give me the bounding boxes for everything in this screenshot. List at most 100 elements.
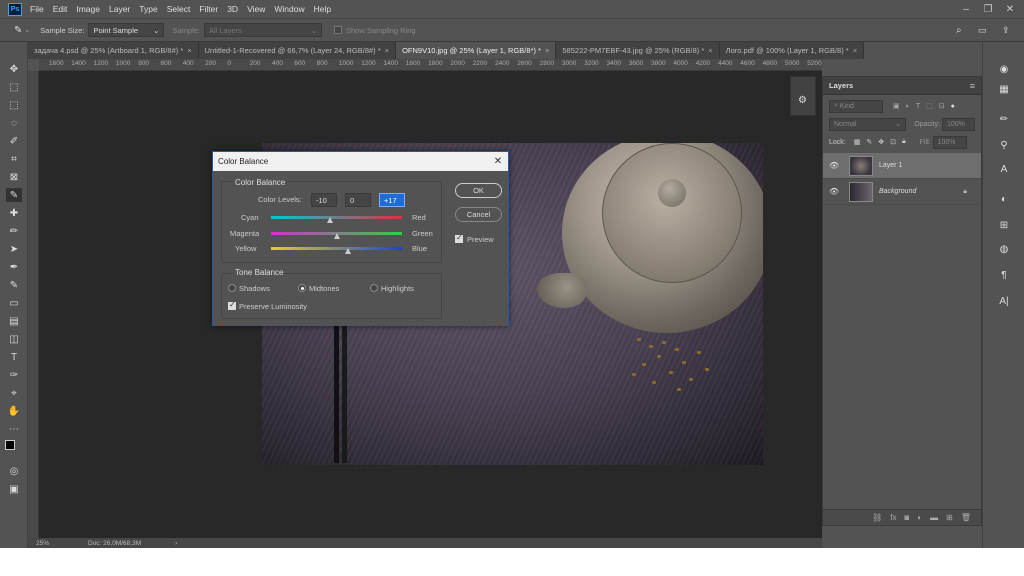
menu-layer[interactable]: Layer <box>109 4 130 14</box>
quick-select-tool-icon[interactable]: ✐ <box>6 134 22 148</box>
panel-menu-icon[interactable]: ≡ <box>970 81 975 91</box>
filter-adjust-icon[interactable]: ◐ <box>906 103 910 110</box>
sample-size-select[interactable]: Point Sample ⌄ <box>88 23 165 37</box>
share-icon[interactable]: ⇪ <box>1002 25 1010 36</box>
close-tab-icon[interactable]: × <box>708 46 712 55</box>
adjustment-layer-icon[interactable]: ◐ <box>917 513 922 522</box>
quick-mask-icon[interactable]: ◎ <box>6 464 22 478</box>
new-layer-icon[interactable]: ⊞ <box>946 513 953 522</box>
lock-artboard-icon[interactable]: ⊡ <box>890 138 896 146</box>
visibility-eye-icon[interactable]: 👁︎ <box>829 187 843 196</box>
pen-tool-2-icon[interactable]: ✑ <box>6 368 22 382</box>
workspace-icon[interactable]: ▭ <box>978 25 987 36</box>
highlights-radio[interactable] <box>370 284 378 292</box>
transform-tool-icon[interactable]: ⌖ <box>6 386 22 400</box>
brush-tool-icon[interactable]: ✏ <box>6 224 22 238</box>
paragraph-panel-icon[interactable]: ¶ <box>997 268 1011 282</box>
pen-tool-icon[interactable]: ✒ <box>6 260 22 274</box>
preview-checkbox[interactable] <box>455 233 463 243</box>
healing-tool-icon[interactable]: ✚ <box>6 206 22 220</box>
yellow-blue-slider[interactable] <box>271 247 402 250</box>
path-select-tool-icon[interactable]: ➤ <box>6 242 22 256</box>
layer-row[interactable]: 👁︎ Layer 1 <box>823 153 981 179</box>
lasso-tool-icon[interactable]: ◌ <box>6 116 22 130</box>
filter-pixel-icon[interactable]: ▣ <box>893 102 900 110</box>
lock-all-icon[interactable]: 🔒︎ <box>902 138 906 146</box>
swatches-panel-icon[interactable]: ▦ <box>997 82 1011 96</box>
foreground-color-swatch[interactable] <box>5 440 15 450</box>
layers-tab[interactable]: Layers <box>829 81 853 90</box>
close-tab-icon[interactable]: × <box>853 46 857 55</box>
blend-mode-select[interactable]: Normal ⌄ <box>829 117 907 131</box>
sampling-ring-checkbox[interactable] <box>333 26 342 34</box>
minimize-icon[interactable]: – <box>956 0 976 18</box>
shadows-radio[interactable] <box>228 284 236 292</box>
menu-select[interactable]: Select <box>167 4 191 14</box>
cyan-red-slider-thumb[interactable] <box>326 217 333 223</box>
yellow-blue-slider-thumb[interactable] <box>344 248 351 254</box>
clone-source-icon[interactable]: ⚲ <box>997 138 1011 152</box>
adjustments-panel-icon[interactable]: ◐ <box>997 192 1011 206</box>
shape-tool-icon[interactable]: ▭ <box>6 296 22 310</box>
shadows-label[interactable]: Shadows <box>239 284 270 293</box>
preserve-luminosity-checkbox[interactable] <box>228 300 236 310</box>
frame-tool-icon[interactable]: ⊠ <box>6 170 22 184</box>
type-tool-icon[interactable]: T <box>6 350 22 364</box>
close-tab-icon[interactable]: × <box>187 46 191 55</box>
magenta-green-slider-thumb[interactable] <box>333 233 340 239</box>
marquee-tool-icon[interactable]: ⬚ <box>6 98 22 112</box>
libraries-panel-icon[interactable]: ◍ <box>997 242 1011 256</box>
screen-mode-icon[interactable]: ▣ <box>6 482 22 496</box>
sample-select[interactable]: All Layers ⌄ <box>203 23 322 37</box>
restore-icon[interactable]: ❐ <box>978 0 998 18</box>
pencil-tool-icon[interactable]: ✎ <box>6 278 22 292</box>
menu-help[interactable]: Help <box>314 4 331 14</box>
doc-tab[interactable]: 585222-PM7EBF-43.jpg @ 25% (RGB/8) * × <box>556 42 720 59</box>
close-icon[interactable]: ✕ <box>488 156 508 167</box>
lock-pixels-icon[interactable]: ✎ <box>866 138 872 146</box>
properties-panel-icon[interactable]: ⊞ <box>997 218 1011 232</box>
filter-smart-icon[interactable]: ⊡ <box>939 102 945 110</box>
close-window-icon[interactable]: ✕ <box>1000 0 1020 18</box>
menu-view[interactable]: View <box>247 4 265 14</box>
opacity-field[interactable]: 100% <box>941 117 975 131</box>
doc-tab-active[interactable]: OFN9V10.jpg @ 25% (Layer 1, RGB/8*) * × <box>396 42 557 59</box>
lock-position-icon[interactable]: ✥ <box>878 138 884 146</box>
chevron-down-icon[interactable]: ⌄ <box>24 26 30 34</box>
doc-tab[interactable]: Лого.pdf @ 100% (Layer 1, RGB/8) * × <box>719 42 865 59</box>
midtones-label[interactable]: Midtones <box>309 284 339 293</box>
close-tab-icon[interactable]: × <box>385 46 389 55</box>
gradient-tool-icon[interactable]: ▤ <box>6 314 22 328</box>
cancel-button[interactable]: Cancel <box>455 207 502 222</box>
move-tool-icon[interactable]: ✥ <box>6 62 22 76</box>
filter-shape-icon[interactable]: ⬚ <box>926 102 933 110</box>
eyedropper-tool-icon[interactable]: ✎ <box>6 188 22 202</box>
doc-tab[interactable]: задача 4.psd @ 25% (Artboard 1, RGB/8#) … <box>28 42 199 59</box>
menu-file[interactable]: File <box>30 4 44 14</box>
fill-field[interactable]: 100% <box>932 135 967 149</box>
midtones-radio[interactable] <box>298 284 306 292</box>
menu-window[interactable]: Window <box>274 4 304 14</box>
properties-icon[interactable]: ⚙ <box>798 95 807 106</box>
status-menu-icon[interactable]: › <box>175 540 177 547</box>
glyphs-panel-icon[interactable]: A| <box>997 294 1011 308</box>
menu-filter[interactable]: Filter <box>199 4 218 14</box>
more-tools-icon[interactable]: ⋯ <box>6 422 22 436</box>
visibility-eye-icon[interactable]: 👁︎ <box>829 161 843 170</box>
menu-3d[interactable]: 3D <box>227 4 238 14</box>
artboard-tool-icon[interactable]: ⬚ <box>6 80 22 94</box>
preview-label[interactable]: Preview <box>467 235 494 244</box>
ok-button[interactable]: OK <box>455 183 502 198</box>
character-panel-icon[interactable]: A <box>997 162 1011 176</box>
yellow-blue-level-input[interactable]: +17 <box>379 193 405 207</box>
search-icon[interactable]: ⌕ <box>956 25 962 36</box>
hand-tool-icon[interactable]: ✋ <box>6 404 22 418</box>
lock-transparent-icon[interactable]: ▦ <box>854 138 861 146</box>
crop-tool-icon[interactable]: ⌗ <box>6 152 22 166</box>
lock-icon[interactable]: 🔒︎ <box>963 188 967 196</box>
brush-panel-icon[interactable]: ✏ <box>997 112 1011 126</box>
link-layers-icon[interactable]: ⛓ <box>872 513 882 522</box>
close-tab-icon[interactable]: × <box>545 46 549 55</box>
filter-type-icon[interactable]: T <box>916 103 920 110</box>
magenta-green-level-input[interactable]: 0 <box>345 193 371 207</box>
